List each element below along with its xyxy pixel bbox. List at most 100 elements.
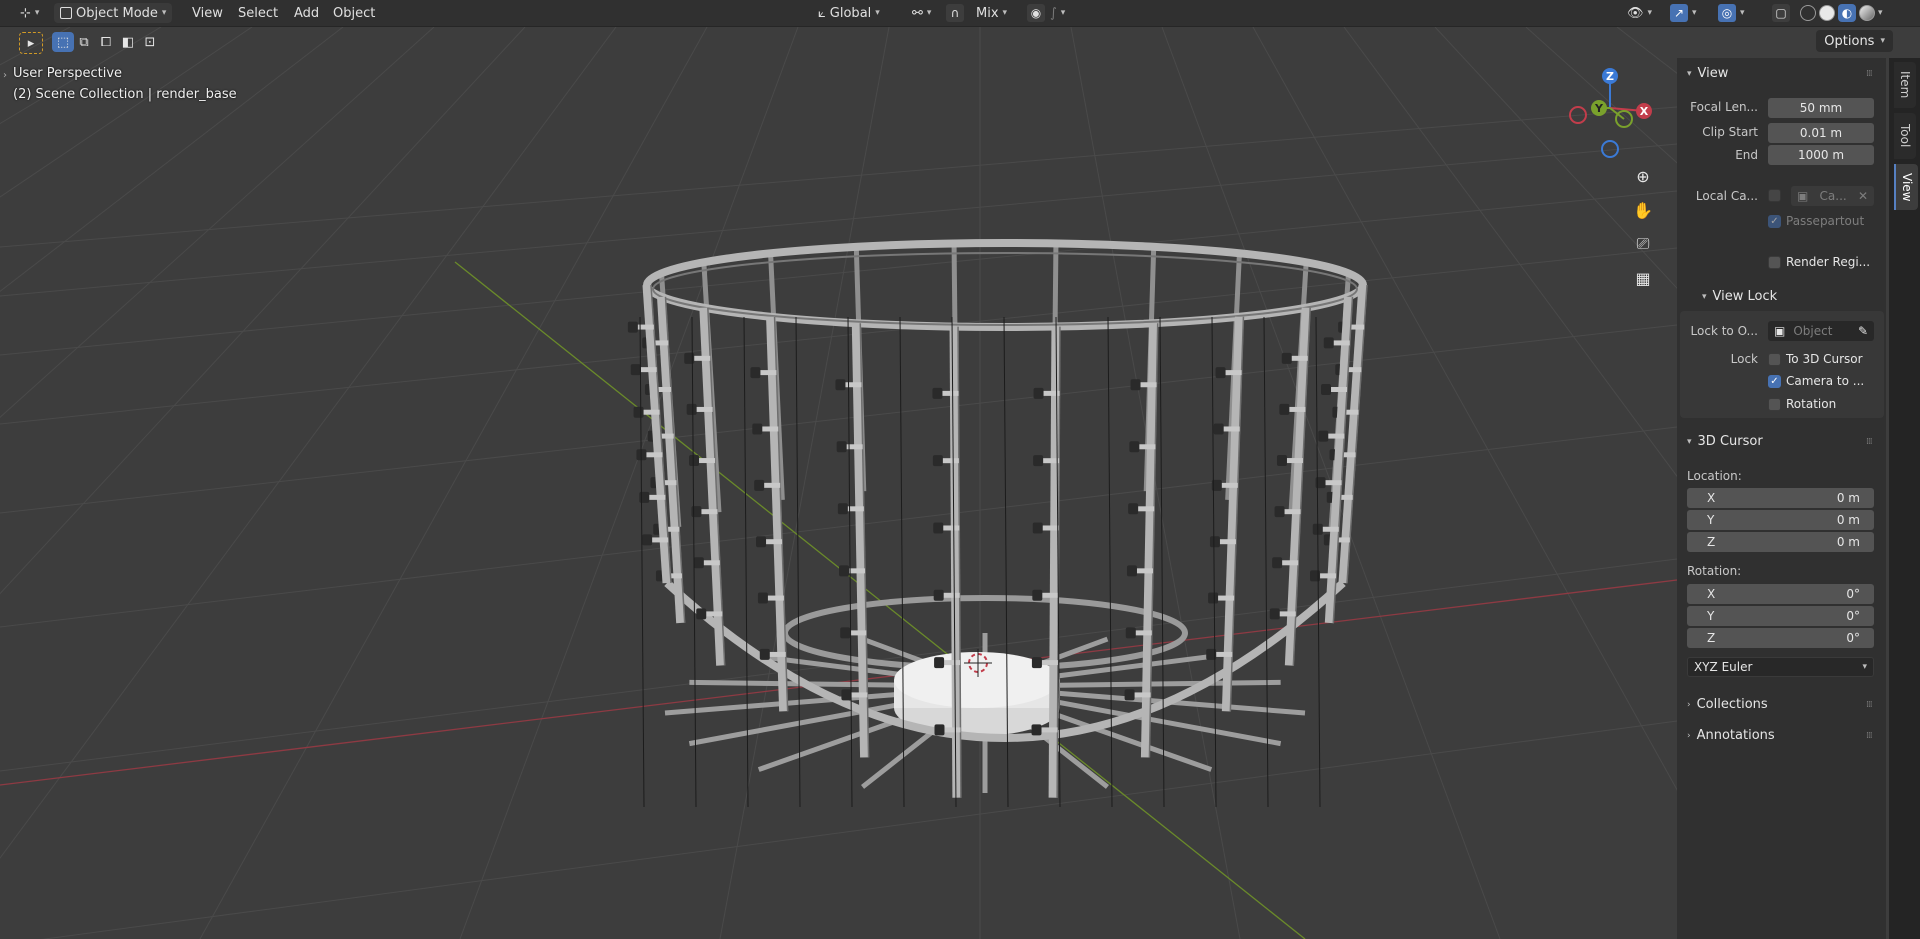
- select-intersect-icon[interactable]: ⊡: [139, 32, 161, 52]
- tool-settings-row: [0, 27, 1920, 57]
- lock-rotation-label: Rotation: [1786, 397, 1837, 411]
- focal-length-label: Focal Len...: [1690, 100, 1758, 114]
- collections-title: Collections: [1696, 697, 1768, 712]
- rotation-mode-dropdown[interactable]: XYZ Euler ▾: [1687, 657, 1874, 677]
- snap-target-label: Mix: [976, 5, 999, 21]
- local-camera-checkbox[interactable]: [1768, 189, 1781, 202]
- location-label: Location:: [1687, 469, 1742, 483]
- local-camera-label: Local Ca...: [1695, 189, 1758, 203]
- mode-dropdown[interactable]: Object Mode ▾: [54, 3, 173, 23]
- menu-object[interactable]: Object: [327, 3, 381, 23]
- editor-type-button[interactable]: ⊹ ▾: [14, 3, 45, 23]
- clip-end-label: End: [1735, 148, 1758, 162]
- toolbar-expand-icon[interactable]: ›: [3, 70, 7, 81]
- navigation-gizmo[interactable]: Z X Y: [1560, 62, 1660, 162]
- orientation-icon: ⟀: [818, 5, 826, 21]
- gizmo-z-label: Z: [1606, 70, 1614, 83]
- rotation-y-field[interactable]: Y 0°: [1687, 606, 1874, 626]
- visibility-dropdown[interactable]: 👁 ▾: [1627, 3, 1652, 23]
- axis-icon: ⊹: [20, 5, 31, 21]
- ortho-grid-icon[interactable]: ▦: [1629, 264, 1657, 292]
- lock-to-object-placeholder: Object: [1793, 324, 1833, 338]
- pivot-dropdown[interactable]: ⚯ ▾: [906, 3, 937, 23]
- location-x-field[interactable]: X 0 m: [1687, 488, 1874, 508]
- annotations-panel-header[interactable]: › Annotations: [1687, 728, 1775, 743]
- chevron-down-icon[interactable]: ▾: [1878, 8, 1883, 18]
- viewport-header: ⊹ ▾ Object Mode ▾ View Select Add Object …: [0, 0, 1920, 27]
- drag-handle-icon[interactable]: ⁞⁞⁞: [1866, 437, 1873, 447]
- tab-view[interactable]: View: [1894, 164, 1918, 210]
- drag-handle-icon[interactable]: ⁞⁞⁞: [1866, 700, 1873, 710]
- lock-rotation-checkbox[interactable]: [1768, 398, 1781, 411]
- axis-value: 0 m: [1836, 491, 1860, 505]
- menu-view[interactable]: View: [186, 3, 229, 23]
- lock-to-object-field[interactable]: ▣ Object ✎: [1768, 321, 1874, 341]
- eyedropper-icon[interactable]: ✎: [1858, 324, 1868, 338]
- select-invert-icon[interactable]: ◧: [117, 32, 139, 52]
- mode-label: Object Mode: [76, 5, 158, 21]
- object-mode-icon: [60, 7, 72, 19]
- xray-toggle[interactable]: ▢: [1772, 3, 1790, 23]
- pan-hand-icon[interactable]: ✋: [1629, 196, 1657, 224]
- passepartout-checkbox[interactable]: ✓: [1768, 215, 1781, 228]
- view-lock-header[interactable]: ▾ View Lock: [1702, 289, 1777, 304]
- render-region-label: Render Regi...: [1786, 255, 1871, 269]
- select-tool-icon[interactable]: ▸: [19, 32, 43, 54]
- gizmo-icon: ↗: [1670, 4, 1688, 22]
- chevron-down-icon: ▾: [161, 8, 167, 18]
- camera-to-view-checkbox[interactable]: ✓: [1768, 375, 1781, 388]
- falloff-dropdown[interactable]: ∫ ▾: [1050, 3, 1065, 23]
- to-3d-cursor-checkbox[interactable]: [1768, 353, 1781, 366]
- render-region-checkbox[interactable]: [1768, 256, 1781, 269]
- clip-end-field[interactable]: 1000 m: [1768, 145, 1874, 165]
- axis-label: Z: [1707, 535, 1716, 549]
- material-preview-icon[interactable]: ◐: [1838, 4, 1856, 22]
- collection-label: (2) Scene Collection | render_base: [13, 87, 237, 102]
- chevron-down-icon: ▾: [1002, 8, 1008, 18]
- proportional-edit-toggle[interactable]: ◉: [1027, 3, 1045, 23]
- tab-item[interactable]: Item: [1894, 62, 1916, 108]
- wireframe-shading-icon[interactable]: [1800, 5, 1816, 21]
- options-dropdown[interactable]: Options ▾: [1816, 30, 1893, 52]
- snap-target-dropdown[interactable]: Mix ▾: [970, 3, 1013, 23]
- rotation-z-field[interactable]: Z 0°: [1687, 628, 1874, 648]
- transform-orientation-dropdown[interactable]: ⟀ Global ▾: [812, 3, 886, 23]
- clip-start-field[interactable]: 0.01 m: [1768, 123, 1874, 143]
- clip-start-label: Clip Start: [1702, 125, 1758, 139]
- select-new-icon[interactable]: ⬚: [52, 32, 74, 52]
- options-label: Options: [1824, 33, 1875, 49]
- drag-handle-icon[interactable]: ⁞⁞⁞: [1866, 69, 1873, 79]
- menu-add[interactable]: Add: [288, 3, 325, 23]
- location-z-field[interactable]: Z 0 m: [1687, 532, 1874, 552]
- 3d-viewport[interactable]: [0, 27, 1677, 939]
- chevron-right-icon: ›: [1687, 730, 1691, 741]
- zoom-icon[interactable]: ⊕: [1629, 162, 1657, 190]
- select-extend-icon[interactable]: ⧉: [73, 32, 95, 52]
- snap-toggle[interactable]: ∩: [946, 3, 964, 23]
- view-lock-title: View Lock: [1712, 289, 1778, 304]
- chevron-down-icon: ▾: [1647, 8, 1653, 18]
- view-panel-header[interactable]: ▾ View: [1687, 66, 1728, 81]
- solid-shading-icon[interactable]: [1819, 5, 1835, 21]
- gizmo-toggle[interactable]: ↗ ▾: [1670, 3, 1697, 23]
- local-camera-field[interactable]: ▣ Ca... ✕: [1791, 186, 1874, 206]
- drag-handle-icon[interactable]: ⁞⁞⁞: [1866, 731, 1873, 741]
- collections-panel-header[interactable]: › Collections: [1687, 697, 1768, 712]
- location-y-field[interactable]: Y 0 m: [1687, 510, 1874, 530]
- tab-tool[interactable]: Tool: [1894, 113, 1916, 159]
- rotation-x-field[interactable]: X 0°: [1687, 584, 1874, 604]
- falloff-curve-icon: ∫: [1050, 5, 1057, 21]
- camera-view-icon[interactable]: ⎚: [1629, 230, 1657, 258]
- menu-select[interactable]: Select: [232, 3, 284, 23]
- cursor-panel-header[interactable]: ▾ 3D Cursor: [1687, 434, 1763, 449]
- chevron-down-icon: ▾: [1687, 68, 1692, 79]
- select-subtract-icon[interactable]: ⧠: [95, 32, 117, 52]
- chevron-down-icon: ▾: [926, 8, 932, 18]
- overlays-toggle[interactable]: ◎ ▾: [1718, 3, 1745, 23]
- focal-length-field[interactable]: 50 mm: [1768, 98, 1874, 118]
- eye-icon: 👁: [1627, 5, 1644, 21]
- link-icon: ⚯: [912, 5, 923, 21]
- rendered-shading-icon[interactable]: [1859, 5, 1875, 21]
- clear-x-icon[interactable]: ✕: [1858, 189, 1868, 203]
- axis-value: 0°: [1846, 587, 1860, 601]
